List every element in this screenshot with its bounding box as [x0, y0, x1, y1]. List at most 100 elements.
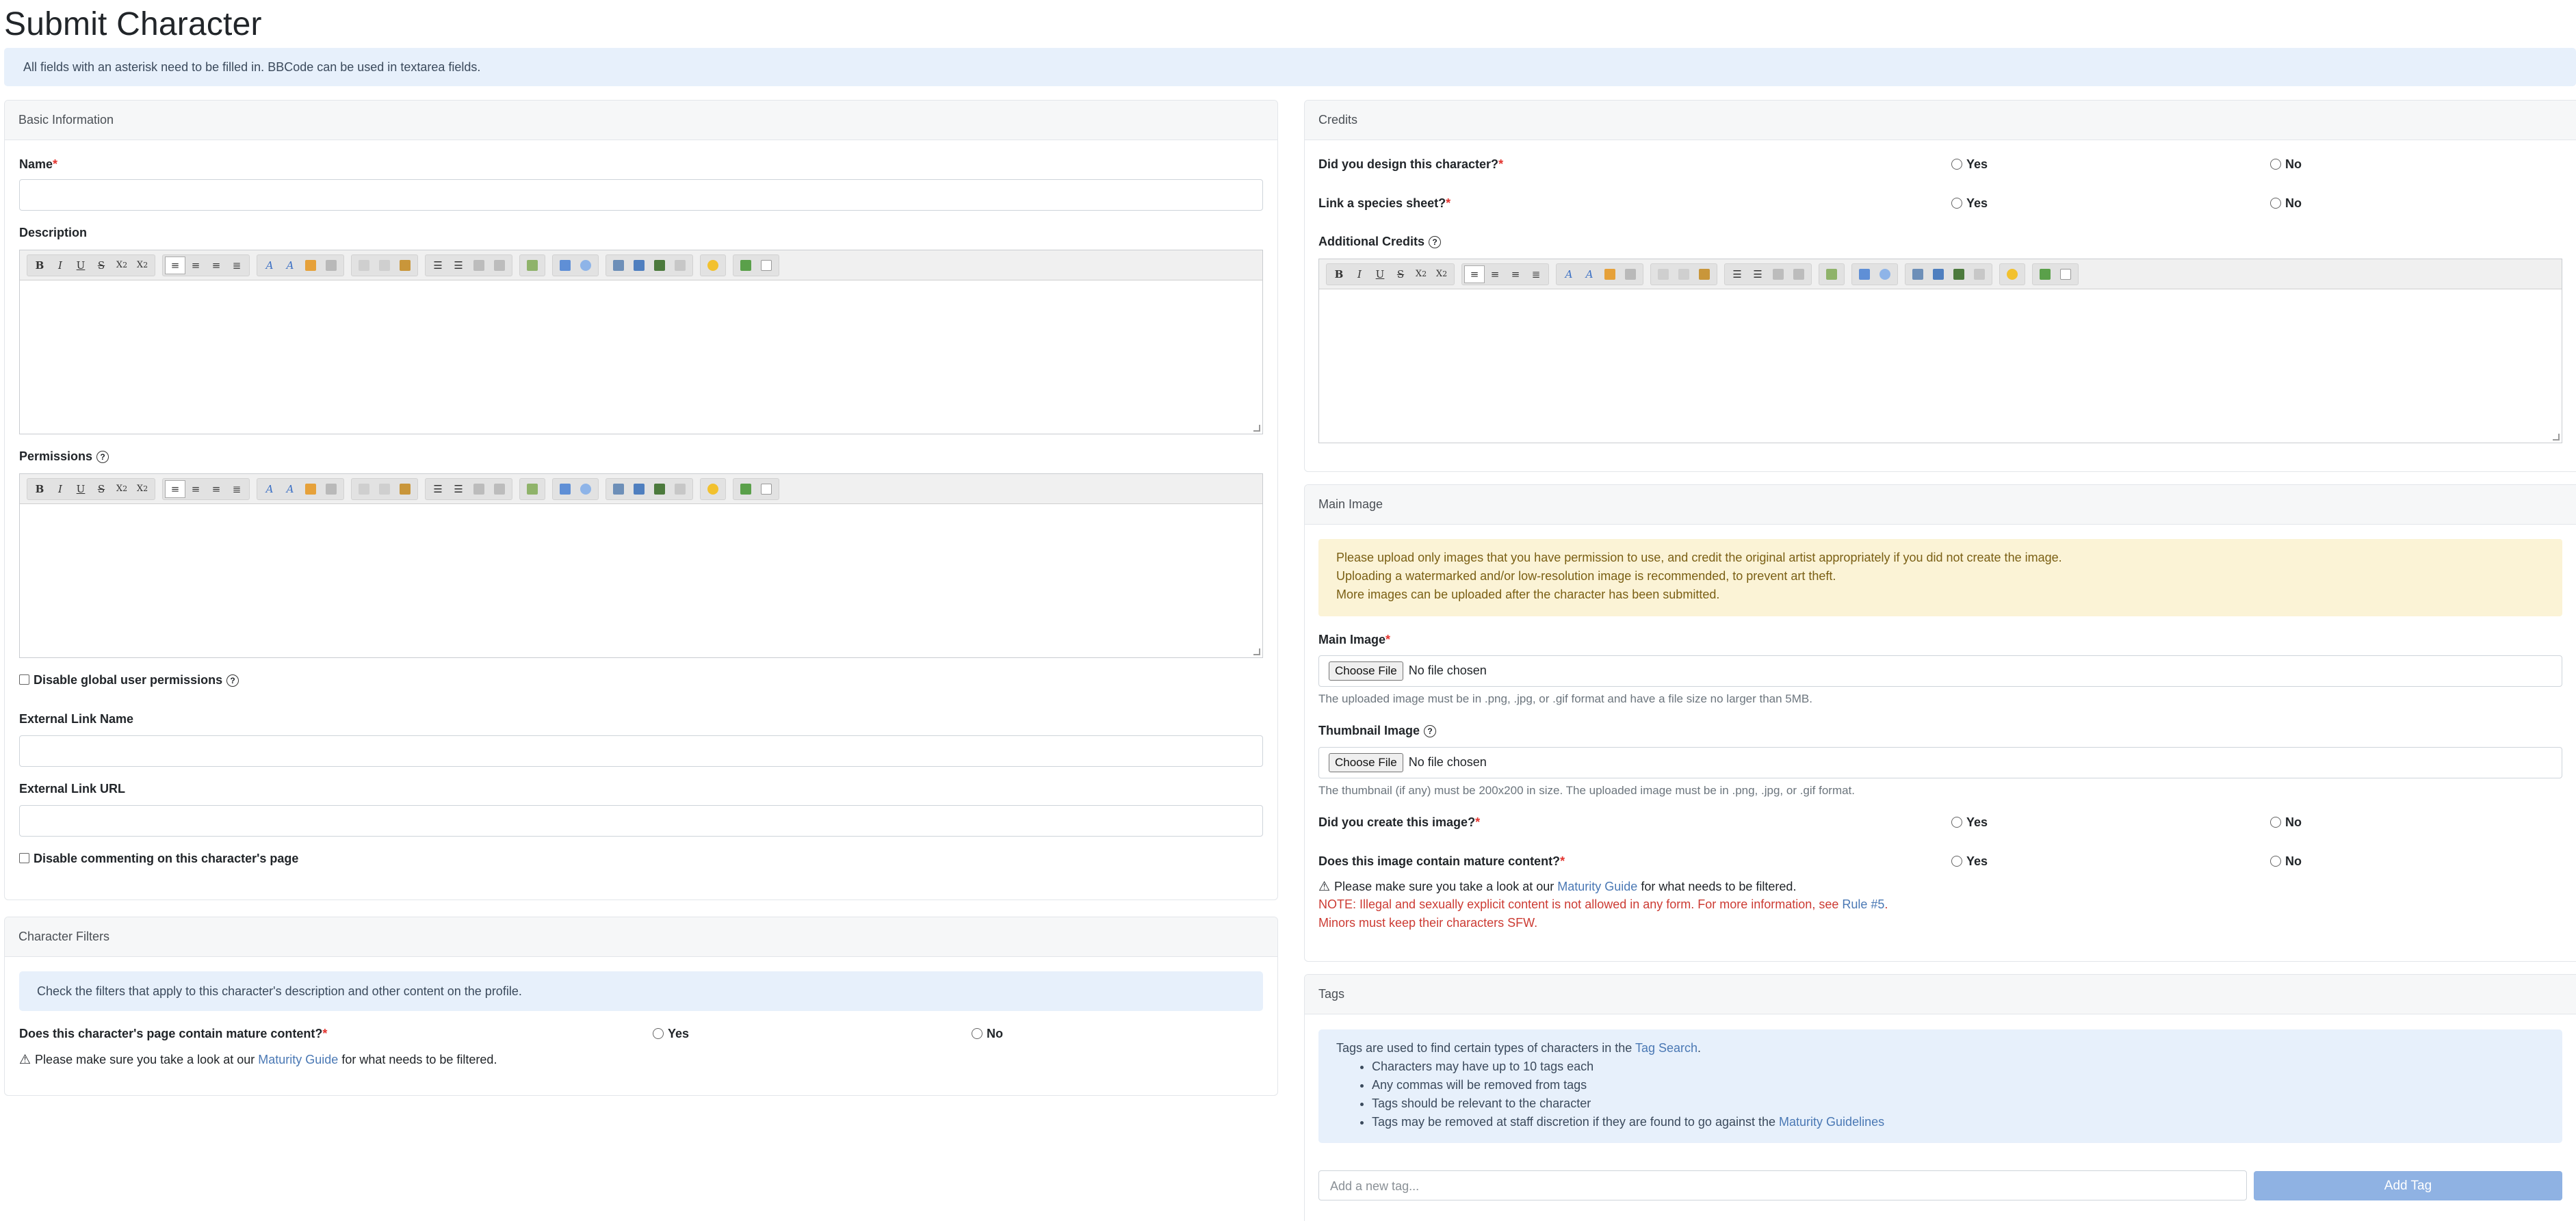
font-icon[interactable]: A: [259, 257, 280, 274]
quote-icon[interactable]: [575, 257, 596, 274]
remove-format-icon[interactable]: [321, 480, 341, 498]
bold-icon[interactable]: B: [29, 257, 50, 274]
cut-icon[interactable]: [1653, 265, 1674, 283]
radio-button[interactable]: [1951, 817, 1962, 828]
maximize-icon[interactable]: [736, 257, 756, 274]
superscript-icon[interactable]: X2: [1431, 265, 1452, 283]
align-center-icon[interactable]: ≡: [1485, 265, 1505, 283]
numbered-list-icon[interactable]: ☰: [1747, 265, 1768, 283]
new-tag-input[interactable]: Add a new tag...: [1318, 1170, 2247, 1200]
image-icon[interactable]: [555, 480, 575, 498]
email-icon[interactable]: [649, 480, 670, 498]
numbered-list-icon[interactable]: ☰: [448, 257, 469, 274]
create-image-yes[interactable]: Yes: [1951, 815, 1988, 830]
rule-5-link[interactable]: Rule #5: [1842, 897, 1884, 911]
help-icon[interactable]: ?: [1424, 725, 1437, 737]
horizontal-rule-icon[interactable]: [522, 480, 543, 498]
choose-file-button[interactable]: Choose File: [1329, 661, 1403, 681]
font-icon[interactable]: A: [1559, 265, 1579, 283]
image-mature-no[interactable]: No: [2270, 854, 2302, 869]
species-yes[interactable]: Yes: [1951, 196, 1988, 211]
radio-button[interactable]: [653, 1028, 664, 1039]
name-input[interactable]: [19, 179, 1263, 211]
copy-icon[interactable]: [1674, 265, 1694, 283]
font-size-icon[interactable]: A: [280, 480, 300, 498]
strikethrough-icon[interactable]: S: [91, 257, 112, 274]
indent-icon[interactable]: [489, 257, 510, 274]
image-icon[interactable]: [555, 257, 575, 274]
unlink-icon[interactable]: [670, 257, 690, 274]
quote-icon[interactable]: [575, 480, 596, 498]
superscript-icon[interactable]: X2: [132, 480, 153, 498]
bullet-list-icon[interactable]: ☰: [428, 257, 448, 274]
align-right-icon[interactable]: ≡: [206, 257, 226, 274]
permissions-editor[interactable]: B I U S X2 X2 ≡ ≡ ≡ ≣ A A ☰ ☰: [19, 473, 1263, 658]
email-icon[interactable]: [649, 257, 670, 274]
align-left-icon[interactable]: ≡: [165, 256, 185, 274]
table-icon[interactable]: [608, 257, 629, 274]
subscript-icon[interactable]: X2: [112, 257, 132, 274]
text-color-icon[interactable]: [1600, 265, 1620, 283]
copy-icon[interactable]: [374, 480, 395, 498]
paste-icon[interactable]: [395, 480, 415, 498]
help-icon[interactable]: ?: [1429, 236, 1442, 248]
underline-icon[interactable]: U: [1370, 265, 1390, 283]
maximize-icon[interactable]: [736, 480, 756, 498]
paste-icon[interactable]: [395, 257, 415, 274]
character-mature-no[interactable]: No: [972, 1027, 1003, 1041]
emoticon-icon[interactable]: [703, 257, 723, 274]
horizontal-rule-icon[interactable]: [522, 257, 543, 274]
maturity-guide-link[interactable]: Maturity Guide: [258, 1053, 338, 1066]
bullet-list-icon[interactable]: ☰: [428, 480, 448, 498]
maximize-icon[interactable]: [2035, 265, 2055, 283]
link-icon[interactable]: [1928, 265, 1949, 283]
email-icon[interactable]: [1949, 265, 1969, 283]
emoticon-icon[interactable]: [703, 480, 723, 498]
font-icon[interactable]: A: [259, 480, 280, 498]
cut-icon[interactable]: [354, 480, 374, 498]
help-icon[interactable]: ?: [96, 451, 109, 463]
align-center-icon[interactable]: ≡: [185, 257, 206, 274]
emoticon-icon[interactable]: [2002, 265, 2022, 283]
underline-icon[interactable]: U: [70, 257, 91, 274]
italic-icon[interactable]: I: [50, 480, 70, 498]
disable-global-permissions-checkbox[interactable]: [19, 674, 29, 685]
outdent-icon[interactable]: [469, 257, 489, 274]
strikethrough-icon[interactable]: S: [1390, 265, 1411, 283]
italic-icon[interactable]: I: [1349, 265, 1370, 283]
external-link-name-input[interactable]: [19, 735, 1263, 767]
horizontal-rule-icon[interactable]: [1821, 265, 1842, 283]
table-icon[interactable]: [608, 480, 629, 498]
bold-icon[interactable]: B: [1329, 265, 1349, 283]
species-no[interactable]: No: [2270, 196, 2302, 211]
source-icon[interactable]: [756, 480, 777, 498]
resize-handle[interactable]: [1253, 648, 1260, 655]
text-color-icon[interactable]: [300, 480, 321, 498]
align-left-icon[interactable]: ≡: [1464, 265, 1485, 283]
add-tag-button[interactable]: Add Tag: [2254, 1171, 2562, 1200]
maturity-guidelines-link[interactable]: Maturity Guidelines: [1779, 1115, 1884, 1129]
justify-icon[interactable]: ≣: [226, 480, 247, 498]
link-icon[interactable]: [629, 480, 649, 498]
radio-button[interactable]: [2270, 198, 2281, 209]
external-link-url-input[interactable]: [19, 805, 1263, 837]
design-yes[interactable]: Yes: [1951, 157, 1988, 172]
source-icon[interactable]: [2055, 265, 2076, 283]
radio-button[interactable]: [1951, 198, 1962, 209]
numbered-list-icon[interactable]: ☰: [448, 480, 469, 498]
image-mature-yes[interactable]: Yes: [1951, 854, 1988, 869]
superscript-icon[interactable]: X2: [132, 257, 153, 274]
unlink-icon[interactable]: [670, 480, 690, 498]
justify-icon[interactable]: ≣: [1526, 265, 1546, 283]
character-mature-yes[interactable]: Yes: [653, 1027, 689, 1041]
cut-icon[interactable]: [354, 257, 374, 274]
font-size-icon[interactable]: A: [280, 257, 300, 274]
create-image-no[interactable]: No: [2270, 815, 2302, 830]
link-icon[interactable]: [629, 257, 649, 274]
indent-icon[interactable]: [1788, 265, 1809, 283]
table-icon[interactable]: [1908, 265, 1928, 283]
help-icon[interactable]: ?: [226, 674, 239, 687]
justify-icon[interactable]: ≣: [226, 257, 247, 274]
font-size-icon[interactable]: A: [1579, 265, 1600, 283]
resize-handle[interactable]: [1253, 425, 1260, 432]
